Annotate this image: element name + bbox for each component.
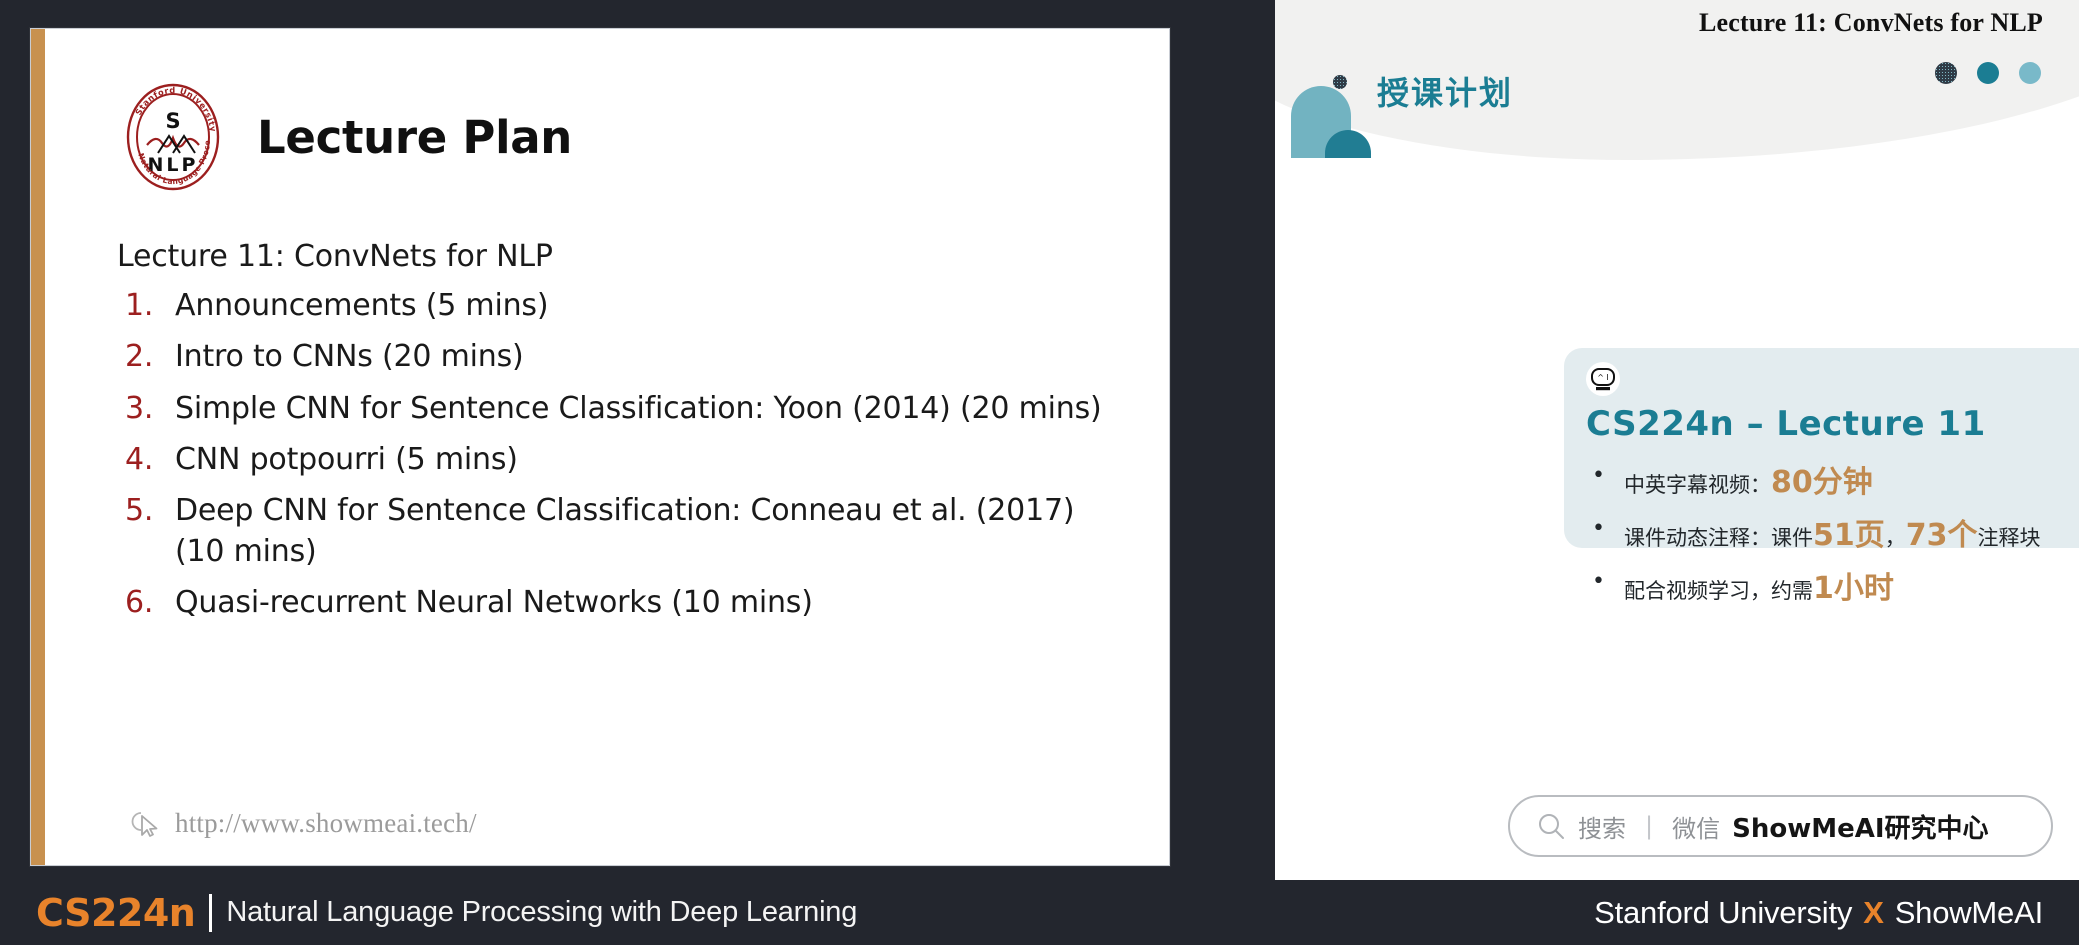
list-item: 课件动态注释：课件51页，73个注释块 <box>1586 517 2079 553</box>
bullet-highlight: 80分钟 <box>1771 465 1873 500</box>
slide-agenda-body: Lecture 11: ConvNets for NLP Announcemen… <box>117 239 1129 624</box>
bottom-bar: CS224n Natural Language Processing with … <box>0 880 2079 945</box>
slide-title-row: S NLP Stanford University Natural Langua… <box>117 77 1129 197</box>
right-panel: Lecture 11: ConvNets for NLP 授课计划 ^ I CS… <box>1275 0 2079 880</box>
dot-light <box>2019 62 2041 84</box>
list-item: Intro to CNNs (20 mins) <box>125 337 524 378</box>
list-item: CNN potpourri (5 mins) <box>125 440 518 481</box>
dot-dark <box>1935 62 1957 84</box>
course-subtitle: Natural Language Processing with Deep Le… <box>226 896 858 928</box>
slide-content: S NLP Stanford University Natural Langua… <box>45 29 1169 865</box>
search-brand: ShowMeAI研究中心 <box>1732 813 1989 844</box>
info-card: ^ I ShowMeAI CS224n – Lecture 11 中英字幕视频：… <box>1564 348 2079 605</box>
bullet-highlight: 51页 <box>1813 518 1885 553</box>
lecture-header-label: Lecture 11: ConvNets for NLP <box>1698 8 2043 37</box>
bottom-bar-divider <box>209 893 213 932</box>
card-bullet-list: 中英字幕视频：80分钟 课件动态注释：课件51页，73个注释块 配合视频学习，约… <box>1586 464 2079 625</box>
org-right: ShowMeAI <box>1894 894 2044 930</box>
list-item: Quasi-recurrent Neural Networks (10 mins… <box>125 583 813 624</box>
slide-screenshot: S NLP Stanford University Natural Langua… <box>0 0 2079 945</box>
bullet-highlight-2: 73个 <box>1905 518 1978 553</box>
slide-accent-bar <box>31 29 45 865</box>
agenda-list: Announcements (5 mins) Intro to CNNs (20… <box>117 286 1129 624</box>
lecture-subtitle: Lecture 11: ConvNets for NLP <box>117 239 553 274</box>
bottom-bar-right: Stanford University X ShowMeAI <box>1594 895 2043 931</box>
bullet-prefix: 课件动态注释：课件 <box>1624 526 1813 550</box>
search-bar[interactable]: 搜索 | 微信 ShowMeAI研究中心 <box>1508 795 2053 857</box>
bullet-prefix: 配合视频学习，约需 <box>1624 579 1813 603</box>
bullet-prefix: 中英字幕视频： <box>1624 473 1771 497</box>
search-icon <box>1539 814 1564 839</box>
svg-text:^ I: ^ I <box>1597 373 1609 382</box>
bottom-bar-left: CS224n Natural Language Processing with … <box>36 891 857 935</box>
cursor-pointer-icon <box>131 811 158 837</box>
org-left: Stanford University <box>1594 894 1853 930</box>
list-item: Announcements (5 mins) <box>125 286 549 327</box>
bullet-highlight: 1小时 <box>1813 571 1894 606</box>
bullet-suffix: 注释块 <box>1977 526 2041 550</box>
search-separator: | <box>1645 812 1654 840</box>
dot-mid <box>1977 62 1999 84</box>
dotted-circle-icon <box>1333 75 1347 89</box>
bullet-mid: ， <box>1884 526 1906 550</box>
list-item: Simple CNN for Sentence Classification: … <box>125 389 1102 430</box>
search-channel: 微信 <box>1672 814 1721 843</box>
card-heading: CS224n – Lecture 11 <box>1586 404 1986 444</box>
slide-url-text: http://www.showmeai.tech/ <box>175 808 477 838</box>
page-title: Lecture Plan <box>257 110 573 164</box>
robot-head-icon: ^ I <box>1584 360 1622 398</box>
list-item: Deep CNN for Sentence Classification: Co… <box>125 491 1075 569</box>
stanford-nlp-logo-icon: S NLP Stanford University Natural Langua… <box>117 81 229 193</box>
lecture-slide: S NLP Stanford University Natural Langua… <box>30 28 1170 866</box>
collab-x: X <box>1863 894 1884 930</box>
svg-text:S: S <box>165 109 180 133</box>
slide-url-footer[interactable]: http://www.showmeai.tech/ <box>131 808 477 839</box>
search-label: 搜索 <box>1578 814 1626 843</box>
dots-indicator <box>1935 62 2041 84</box>
course-code: CS224n <box>36 890 196 935</box>
list-item: 配合视频学习，约需1小时 <box>1586 570 2079 606</box>
list-item: 中英字幕视频：80分钟 <box>1586 464 2079 500</box>
section-title: 授课计划 <box>1377 74 1514 112</box>
